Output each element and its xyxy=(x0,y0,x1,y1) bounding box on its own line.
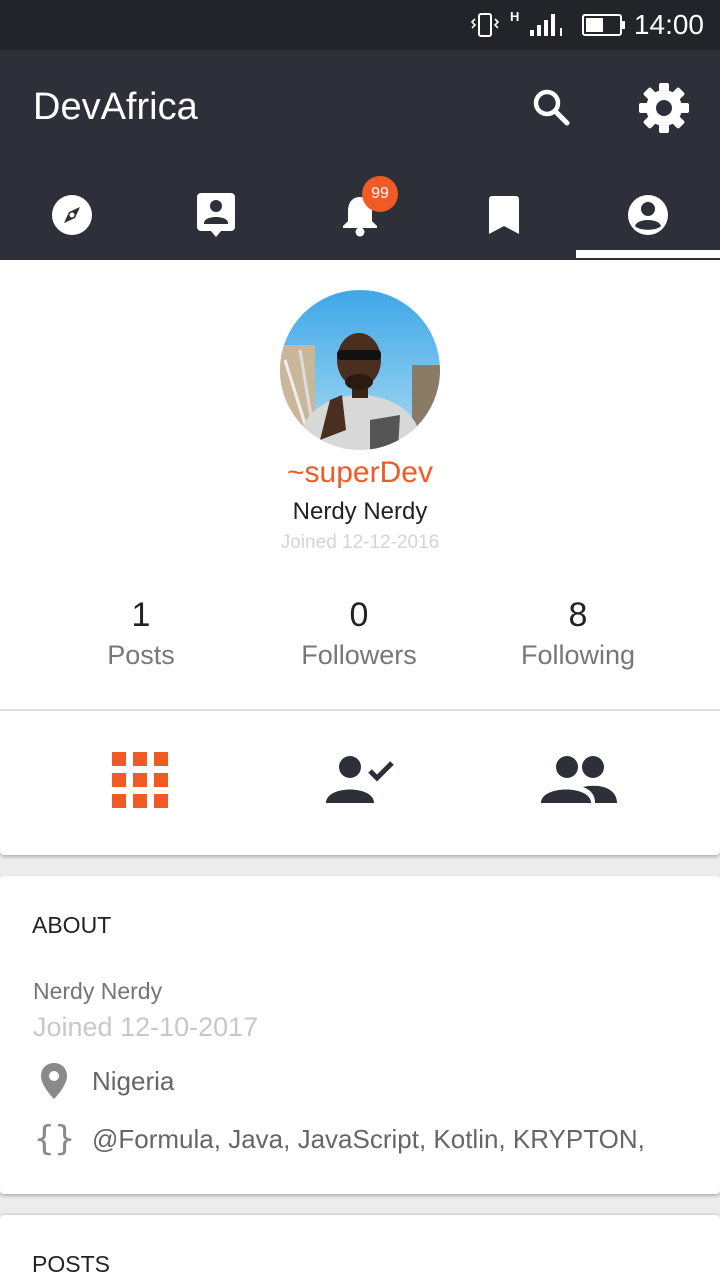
about-name: Nerdy Nerdy xyxy=(33,978,163,1004)
grid-icon xyxy=(112,752,168,808)
avatar-photo xyxy=(280,290,440,450)
about-location: Nigeria xyxy=(92,1065,175,1096)
compass-icon xyxy=(52,195,92,235)
tab-notifications[interactable]: 99 xyxy=(288,170,432,260)
about-skills: @Formula, Java, JavaScript, Kotlin, KRYP… xyxy=(92,1123,645,1154)
network-type: H xyxy=(510,9,520,24)
selected-tab-indicator xyxy=(576,250,720,258)
about-location-row: Nigeria xyxy=(34,1059,174,1103)
stat-posts-label: Posts xyxy=(107,640,175,670)
divider xyxy=(0,709,720,711)
signal-icon xyxy=(530,14,562,36)
following-view-button[interactable] xyxy=(300,740,420,820)
avatar[interactable] xyxy=(280,290,440,450)
profile-full-name: Nerdy Nerdy xyxy=(292,498,428,525)
about-card: ABOUT Nerdy Nerdy Joined 12-10-2017 Nige… xyxy=(0,876,720,1194)
stat-posts-value: 1 xyxy=(131,596,151,634)
about-skills-row: {} @Formula, Java, JavaScript, Kotlin, K… xyxy=(34,1117,645,1161)
stat-posts[interactable]: 1 Posts xyxy=(31,596,251,671)
location-pin-icon xyxy=(41,1063,67,1099)
profile-username: ~superDev xyxy=(287,456,433,489)
app-title: DevAfrica xyxy=(33,86,198,128)
followers-view-button[interactable] xyxy=(519,740,639,820)
profile-card: ~superDev Nerdy Nerdy Joined 12-12-2016 … xyxy=(0,260,720,855)
bookmark-icon xyxy=(489,196,519,234)
posts-card: POSTS xyxy=(0,1215,720,1280)
stat-followers-value: 0 xyxy=(349,596,369,634)
stat-following-value: 8 xyxy=(568,596,588,634)
tab-bar: 99 xyxy=(0,170,720,260)
clock: 14:00 xyxy=(633,9,704,40)
person-check-icon xyxy=(326,756,394,803)
battery-icon xyxy=(582,14,625,36)
grid-view-button[interactable] xyxy=(80,740,200,820)
stat-following-label: Following xyxy=(520,640,636,670)
stat-followers-label: Followers xyxy=(301,640,417,670)
contact-card-icon xyxy=(197,193,235,237)
posts-section-title: POSTS xyxy=(32,1251,110,1277)
tab-contacts[interactable] xyxy=(144,170,288,260)
notification-badge: 99 xyxy=(362,176,398,212)
status-bar: H 14:00 xyxy=(0,0,720,50)
tab-bookmarks[interactable] xyxy=(432,170,576,260)
profile-joined-date: Joined 12-12-2016 xyxy=(280,532,440,553)
settings-gear-icon[interactable] xyxy=(636,80,692,136)
account-circle-icon xyxy=(628,195,668,235)
vibrate-icon xyxy=(470,13,500,37)
tab-explore[interactable] xyxy=(0,170,144,260)
about-joined-date: Joined 12-10-2017 xyxy=(33,1012,259,1042)
search-icon[interactable] xyxy=(530,86,572,128)
tab-profile[interactable] xyxy=(576,170,720,260)
people-icon xyxy=(541,756,617,803)
about-section-title: ABOUT xyxy=(32,912,112,938)
stat-following[interactable]: 8 Following xyxy=(468,596,688,671)
app-bar: DevAfrica 99 xyxy=(0,50,720,260)
code-braces-icon: {} xyxy=(34,1119,75,1159)
stat-followers[interactable]: 0 Followers xyxy=(249,596,469,671)
